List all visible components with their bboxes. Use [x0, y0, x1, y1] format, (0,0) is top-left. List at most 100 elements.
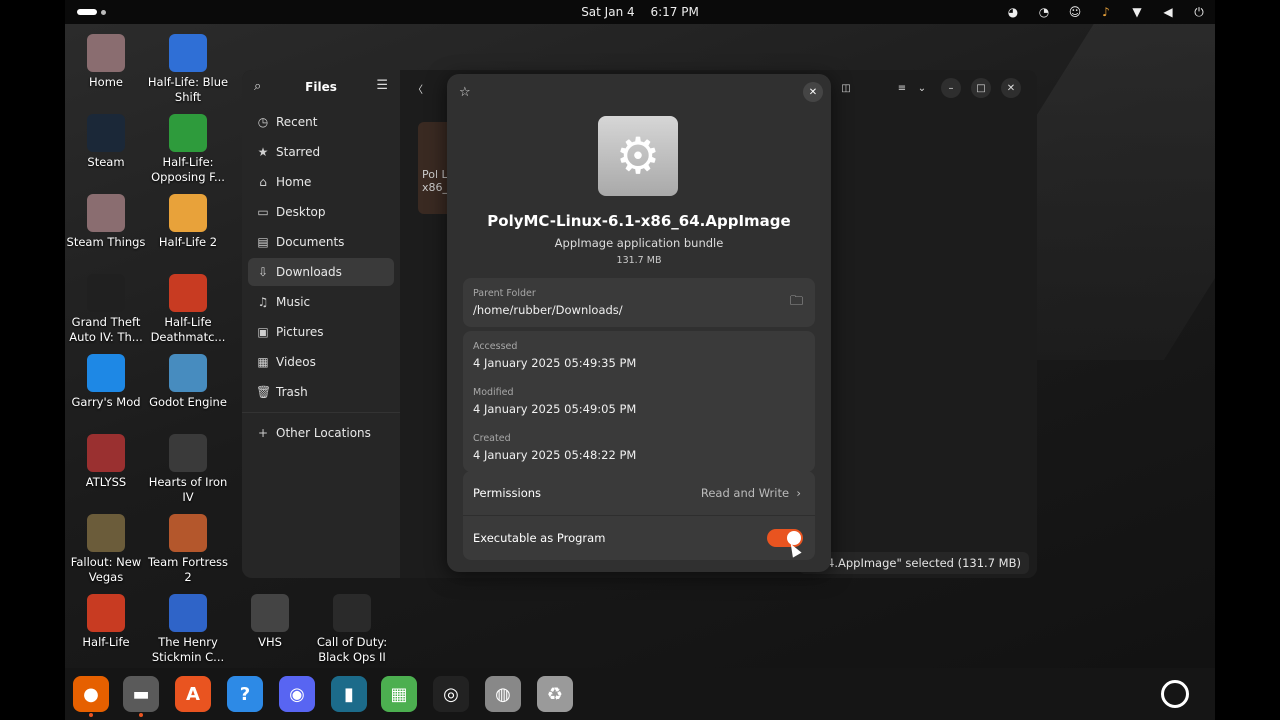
desktop-icon-4[interactable]: Steam Things [65, 194, 147, 250]
camera-icon[interactable]: ◫ [836, 78, 856, 98]
sidebar-item-documents[interactable]: ▤ Documents [248, 228, 394, 256]
app-icon [87, 594, 125, 632]
list-view-icon[interactable]: ≡ [892, 78, 912, 98]
clock-date: Sat Jan 4 [581, 5, 635, 19]
show-apps-icon[interactable] [1161, 680, 1189, 708]
desktop-icon-label: Steam [87, 155, 125, 169]
sidebar-item-downloads[interactable]: ⇩ Downloads [248, 258, 394, 286]
properties-dialog: ☆ ✕ ⚙ PolyMC-Linux-6.1-x86_64.AppImage A… [447, 74, 831, 572]
dock-app-firefox[interactable]: ● [73, 676, 109, 717]
executable-row[interactable]: Executable as Program [463, 516, 815, 560]
dock-app-disks[interactable]: ◍ [485, 676, 521, 712]
desktop-icon-3[interactable]: Half-Life: Opposing F... [147, 114, 229, 185]
sidebar-item-starred[interactable]: ★ Starred [248, 138, 394, 166]
desktop-icon-1[interactable]: Half-Life: Blue Shift [147, 34, 229, 105]
sidebar-list: ◷ Recent ★ Starred ⌂ Home ▭ Desktop ▤ Documents ⇩ D… [242, 108, 400, 406]
dock-app-app-center[interactable]: A [175, 676, 211, 712]
accessed-value: 4 January 2025 05:49:35 PM [473, 356, 637, 370]
microphone-icon[interactable]: ♪ [1098, 4, 1114, 20]
maximize-icon[interactable]: □ [971, 78, 991, 98]
executable-label: Executable as Program [473, 531, 606, 545]
desktop-icon-10[interactable]: ATLYSS [65, 434, 147, 490]
home-icon: ⌂ [259, 175, 267, 189]
parent-folder-card[interactable]: Parent Folder /home/rubber/Downloads/ 🗀 [463, 278, 815, 327]
permissions-value: Read and Write › [700, 486, 801, 500]
dock-app-app[interactable]: ▮ [331, 676, 367, 712]
steam-tray-icon[interactable]: ◕ [1005, 4, 1021, 20]
desktop-icon-label: Fallout: New Vegas [70, 555, 142, 584]
volume-icon[interactable]: ◀ [1160, 4, 1176, 20]
sidebar-item-pictures[interactable]: ▣ Pictures [248, 318, 394, 346]
wifi-icon[interactable]: ▼ [1129, 4, 1145, 20]
created-value: 4 January 2025 05:48:22 PM [473, 448, 637, 462]
dock-app-discord[interactable]: ◉ [279, 676, 315, 712]
desktop-icon-label: Home [89, 75, 123, 89]
timestamps-card: Accessed 4 January 2025 05:49:35 PM Modi… [463, 331, 815, 472]
gear-icon: ⚙ [598, 116, 678, 196]
recent-icon: ◷ [257, 115, 269, 129]
sidebar-item-desktop[interactable]: ▭ Desktop [248, 198, 394, 226]
close-button[interactable]: ✕ [803, 82, 823, 102]
menu-icon[interactable]: ☰ [376, 78, 388, 93]
app-icon [169, 114, 207, 152]
sidebar-item-label: Documents [276, 235, 345, 249]
permissions-label: Permissions [473, 486, 542, 500]
dock-app-help[interactable]: ? [227, 676, 263, 712]
minimize-icon[interactable]: – [941, 78, 961, 98]
desktop-icon-5[interactable]: Half-Life 2 [147, 194, 229, 250]
music-icon: ♫ [257, 295, 269, 309]
dock-app-obs-studio[interactable]: ◎ [433, 676, 469, 712]
trash-icon: 🗑 [256, 385, 272, 399]
desktop-icon: ▭ [257, 205, 269, 219]
desktop-icon-13[interactable]: Team Fortress 2 [147, 514, 229, 585]
parent-folder-label: Parent Folder [473, 288, 536, 299]
sidebar-item-label: Recent [276, 115, 318, 129]
desktop-icon-11[interactable]: Hearts of Iron IV [147, 434, 229, 505]
permissions-row[interactable]: Permissions Read and Write › [463, 471, 815, 515]
sidebar-item-label: Music [276, 295, 311, 309]
desktop-icon-6[interactable]: Grand Theft Auto IV: Th... [65, 274, 147, 345]
desktop-icon-label: Half-Life [82, 635, 130, 649]
app-icon [251, 594, 289, 632]
close-icon[interactable]: ✕ [1001, 78, 1021, 98]
dock: ● ▬ A? ◉ ▮ ▦ ◎ ◍ ♻ [65, 668, 1215, 720]
back-icon[interactable]: 〈 [408, 78, 428, 98]
alt-tray-icon[interactable]: ◔ [1036, 4, 1052, 20]
dock-app-minecraft[interactable]: ▦ [381, 676, 417, 712]
dock-app-trash[interactable]: ♻ [537, 676, 573, 712]
sidebar-item-videos[interactable]: ▦ Videos [248, 348, 394, 376]
open-folder-icon[interactable]: 🗀 [790, 292, 803, 314]
desktop-icon-7[interactable]: Half-Life Deathmatc... [147, 274, 229, 345]
desktop-icon-16[interactable]: VHS [229, 594, 311, 650]
desktop-icon-15[interactable]: The Henry Stickmin C... [147, 594, 229, 665]
desktop-icon-8[interactable]: Garry's Mod [65, 354, 147, 410]
power-icon[interactable]: ⏻ [1191, 4, 1207, 20]
plus-icon: + [257, 426, 269, 440]
sidebar-item-label: Desktop [276, 205, 326, 219]
sidebar-item-other-locations[interactable]: + Other Locations [248, 419, 394, 447]
sidebar-item-label: Other Locations [276, 426, 371, 440]
chevron-down-icon[interactable]: ⌄ [912, 78, 932, 98]
sidebar-item-home[interactable]: ⌂ Home [248, 168, 394, 196]
sidebar-item-music[interactable]: ♫ Music [248, 288, 394, 316]
modified-value: 4 January 2025 05:49:05 PM [473, 402, 637, 416]
sidebar-item-trash[interactable]: 🗑 Trash [248, 378, 394, 406]
desktop-icon-12[interactable]: Fallout: New Vegas [65, 514, 147, 585]
dock-app-files[interactable]: ▬ [123, 676, 159, 717]
desktop-icon-9[interactable]: Godot Engine [147, 354, 229, 410]
documents-icon: ▤ [257, 235, 269, 249]
desktop-icon-0[interactable]: Home [65, 34, 147, 90]
sidebar-item-recent[interactable]: ◷ Recent [248, 108, 394, 136]
desktop-icon-17[interactable]: Call of Duty: Black Ops II [311, 594, 393, 665]
desktop-icon-label: Call of Duty: Black Ops II [316, 635, 388, 664]
app-icon [169, 194, 207, 232]
star-icon[interactable]: ☆ [459, 85, 471, 100]
sidebar-item-label: Starred [276, 145, 321, 159]
running-indicator [139, 713, 143, 717]
desktop-icon-label: The Henry Stickmin C... [151, 635, 225, 664]
desktop-icon-14[interactable]: Half-Life [65, 594, 147, 650]
executable-toggle[interactable] [767, 529, 803, 547]
desktop-icon-2[interactable]: Steam [65, 114, 147, 170]
discord-tray-icon[interactable]: ☺ [1067, 4, 1083, 20]
status-bar: 6_64.AppImage" selected (131.7 MB) [798, 552, 1029, 574]
